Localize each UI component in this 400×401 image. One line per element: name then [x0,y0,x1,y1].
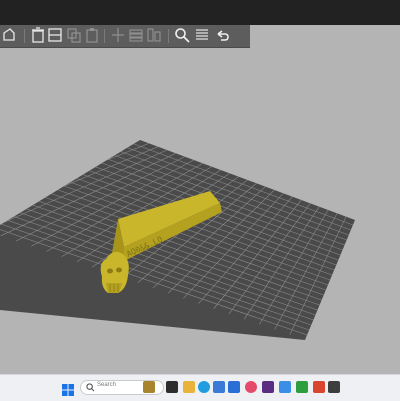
app-icon[interactable] [279,381,291,393]
variable-layer-icon[interactable] [146,27,162,43]
add-plate-icon[interactable] [1,27,17,43]
split-icon[interactable] [110,27,126,43]
toolbar-separator [104,29,105,43]
file-explorer-icon[interactable] [183,381,195,393]
window-title-bar [0,0,400,25]
windows-taskbar: Search [0,374,400,401]
app-icon[interactable] [245,381,257,393]
search-placeholder: Search [97,382,117,388]
widgets-icon[interactable] [143,381,155,393]
skull-eye-right [116,267,122,273]
windows-start-icon[interactable] [62,381,74,396]
toolbar [0,25,250,48]
slicer-app-icon[interactable] [313,381,325,393]
terminal-icon[interactable] [328,381,340,393]
3d-viewport[interactable]: AQ0&&.LO [0,47,400,372]
task-view-icon[interactable] [166,381,178,393]
xbox-icon[interactable] [296,381,308,393]
delete-icon[interactable] [30,27,46,43]
search-icon[interactable] [174,27,190,43]
search-icon [86,383,95,392]
undo-icon[interactable] [214,27,230,43]
build-plate-scene: AQ0&&.LO [0,140,355,340]
paste-icon[interactable] [84,27,100,43]
store-icon[interactable] [213,381,225,393]
arrange-icon[interactable] [47,27,63,43]
layers-icon[interactable] [128,27,144,43]
edge-browser-icon[interactable] [198,381,210,393]
toolbar-separator [24,29,25,43]
toolbar-separator [168,29,169,43]
skull-eye-left [107,268,113,274]
photos-icon[interactable] [228,381,240,393]
app-icon[interactable] [262,381,274,393]
list-icon[interactable] [194,27,210,43]
copy-icon[interactable] [66,27,82,43]
